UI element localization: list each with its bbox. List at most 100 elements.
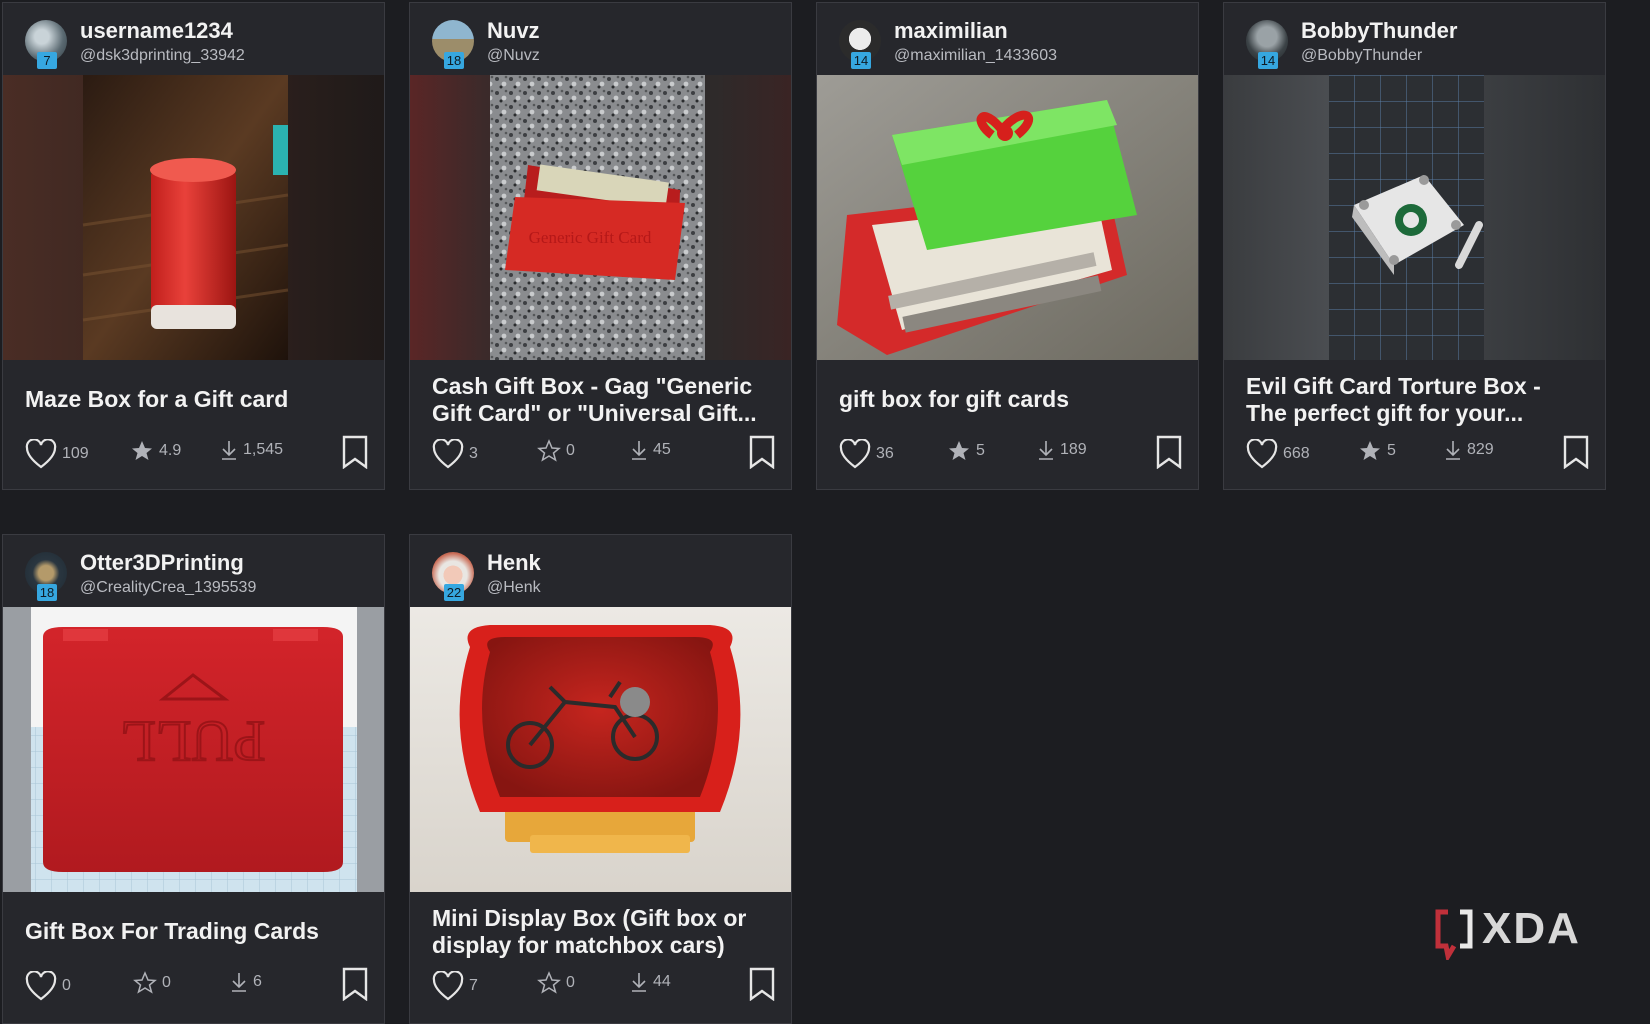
download-count: 44 [653,973,671,990]
bookmark-button[interactable] [341,435,369,474]
level-badge: 18 [444,52,464,69]
rating: 0 [133,971,171,995]
white-bolted-box-photo [1224,75,1605,360]
like-button[interactable]: 3 [432,438,478,469]
bookmark-icon [749,967,775,1002]
username[interactable]: maximilian [894,18,1008,44]
like-count: 668 [1283,445,1310,462]
download-icon [222,441,236,460]
red-display-box-photo [410,607,791,892]
rating-value: 0 [566,442,575,459]
model-thumbnail[interactable]: Generic Gift Card [410,75,791,360]
username[interactable]: Nuvz [487,18,540,44]
red-card-box-photo: Generic Gift Card [410,75,791,360]
user-handle: @CrealityCrea_1395539 [80,579,257,596]
model-thumbnail[interactable]: PULL [3,607,384,892]
bookmark-icon [342,967,368,1002]
stats-bar: 7 0 44 [432,965,775,1005]
like-count: 0 [62,977,71,994]
download-count: 189 [1060,441,1087,458]
bookmark-button[interactable] [1562,435,1590,474]
model-title[interactable]: Cash Gift Box - Gag "Generic Gift Card" … [432,373,772,427]
like-button[interactable]: 668 [1246,438,1310,469]
model-title[interactable]: Evil Gift Card Torture Box - The perfect… [1246,373,1586,427]
model-title[interactable]: Maze Box for a Gift card [25,386,365,413]
bookmark-button[interactable] [1155,435,1183,474]
download-count: 45 [653,441,671,458]
model-thumbnail[interactable] [410,607,791,892]
user-handle: @maximilian_1433603 [894,47,1057,64]
stats-bar: 3 0 45 [432,433,775,473]
like-button[interactable]: 0 [25,970,71,1001]
level-badge: 14 [851,52,871,69]
bookmark-button[interactable] [748,967,776,1006]
stats-bar: 36 5 189 [839,433,1182,473]
like-count: 7 [469,977,478,994]
heart-icon [25,970,57,1001]
rating-value: 0 [162,974,171,991]
model-thumbnail[interactable] [817,75,1198,360]
star-outline-icon [133,971,157,994]
stats-bar: 668 5 829 [1246,433,1589,473]
xda-watermark: XDA [1432,902,1592,962]
like-button[interactable]: 109 [25,438,89,469]
username[interactable]: username1234 [80,18,233,44]
model-card[interactable]: 18 Otter3DPrinting @CrealityCrea_1395539 [2,534,385,1024]
username[interactable]: BobbyThunder [1301,18,1457,44]
model-thumbnail[interactable] [3,75,384,360]
download-icon [232,973,246,992]
rating: 0 [537,439,575,463]
user-handle: @Nuvz [487,47,540,64]
downloads: 1,545 [220,439,283,461]
rating-value: 5 [976,442,985,459]
heart-icon [432,970,464,1001]
stats-bar: 0 0 6 [25,965,368,1005]
model-title[interactable]: Gift Box For Trading Cards [25,918,365,945]
model-card[interactable]: 7 username1234 @dsk3dprinting_33942 Maze… [2,2,385,490]
download-icon [1446,441,1460,460]
stats-bar: 109 4.9 1,545 [25,433,368,473]
thumb-label: PULL [121,709,266,774]
red-cylinder-box-photo [3,75,384,360]
level-badge: 22 [444,584,464,601]
bookmark-icon [1563,435,1589,470]
bookmark-icon [1156,435,1182,470]
heart-icon [432,438,464,469]
star-icon [949,441,969,460]
like-button[interactable]: 36 [839,438,894,469]
model-card[interactable]: 14 maximilian @maximilian_1433603 gift b… [816,2,1199,490]
xda-wordmark: XDA [1482,904,1581,953]
model-card[interactable]: 18 Nuvz @Nuvz Generic Gift Card Cash Gif… [409,2,792,490]
rating-value: 4.9 [159,442,182,459]
download-icon [632,441,646,460]
downloads: 829 [1444,439,1494,461]
xda-logo-icon [1435,909,1473,960]
model-title[interactable]: Mini Display Box (Gift box or display fo… [432,905,772,959]
model-card[interactable]: 22 Henk @Henk Mini Display Box (Gift box… [409,534,792,1024]
bookmark-button[interactable] [748,435,776,474]
red-pull-box-render: PULL [3,607,384,892]
star-icon [132,441,152,460]
like-count: 109 [62,445,89,462]
model-title[interactable]: gift box for gift cards [839,386,1179,413]
user-handle: @Henk [487,579,541,596]
green-red-gift-box-photo [817,75,1198,360]
card-header: 22 Henk @Henk [410,535,791,605]
heart-icon [25,438,57,469]
heart-icon [839,438,871,469]
bookmark-button[interactable] [341,967,369,1006]
rating: 5 [947,439,985,463]
model-card[interactable]: 14 BobbyThunder @BobbyThunder Evil Gift … [1223,2,1606,490]
level-badge: 14 [1258,52,1278,69]
username[interactable]: Henk [487,550,541,576]
star-outline-icon [537,971,561,994]
username[interactable]: Otter3DPrinting [80,550,244,576]
like-count: 36 [876,445,894,462]
rating: 4.9 [130,439,181,463]
level-badge: 7 [37,52,57,69]
thumb-label: Generic Gift Card [529,228,652,247]
like-button[interactable]: 7 [432,970,478,1001]
rating: 0 [537,971,575,995]
card-header: 18 Nuvz @Nuvz [410,3,791,73]
model-thumbnail[interactable] [1224,75,1605,360]
